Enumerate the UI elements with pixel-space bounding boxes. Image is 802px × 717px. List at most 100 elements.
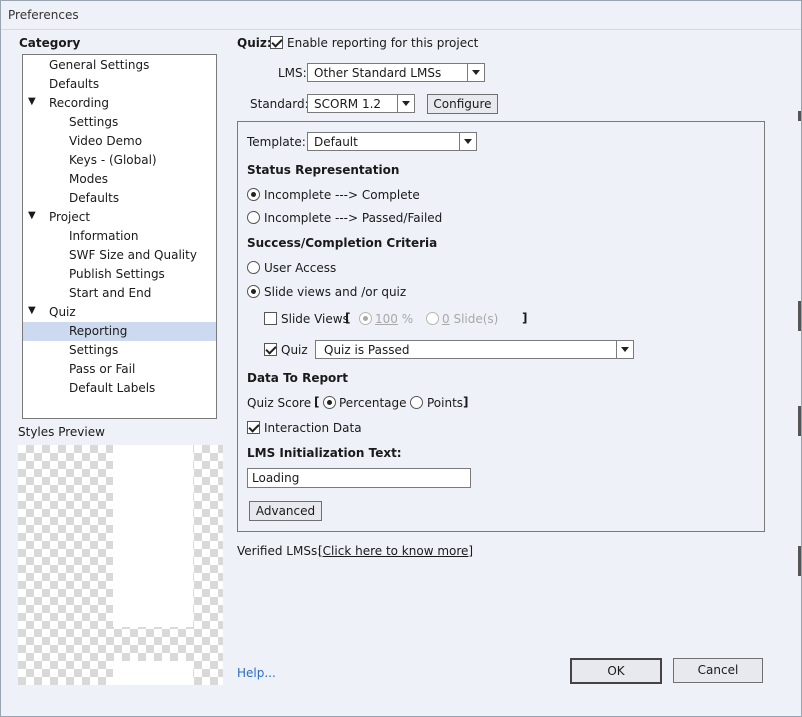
category-item-label: Project (49, 210, 91, 224)
category-item[interactable]: Settings (23, 113, 216, 132)
category-item[interactable]: General Settings (23, 56, 216, 75)
window-title: Preferences (8, 8, 79, 22)
advanced-button[interactable]: Advanced (249, 501, 322, 521)
interaction-data-label: Interaction Data (264, 421, 362, 435)
status-representation-heading: Status Representation (247, 163, 400, 177)
category-item[interactable]: Defaults (23, 75, 216, 94)
category-item[interactable]: ▼ Recording (23, 94, 216, 113)
category-item[interactable]: Video Demo (23, 132, 216, 151)
template-select[interactable]: Default (307, 132, 477, 151)
category-item[interactable]: Information (23, 227, 216, 246)
quiz-criteria-checkbox[interactable] (264, 343, 277, 356)
lms-init-text-value: Loading (252, 471, 300, 485)
score-points-radio[interactable] (410, 396, 423, 409)
slide-views-count-unit: Slide(s) (449, 312, 499, 326)
status-complete-label: Incomplete ---> Complete (264, 188, 420, 202)
slide-views-count-value: 0 (442, 312, 450, 326)
category-item-label: Settings (69, 343, 119, 357)
category-item[interactable]: SWF Size and Quality (23, 246, 216, 265)
category-item[interactable]: Modes (23, 170, 216, 189)
lms-select[interactable]: Other Standard LMSs (307, 63, 485, 82)
enable-reporting-checkbox[interactable] (270, 36, 283, 49)
status-passed-failed-label: Incomplete ---> Passed/Failed (264, 211, 443, 225)
standard-select[interactable]: SCORM 1.2 (307, 94, 415, 113)
category-item[interactable]: Publish Settings (23, 265, 216, 284)
preview-blank-area (113, 661, 193, 685)
lms-init-text-input[interactable]: Loading (247, 468, 471, 488)
standard-label: Standard: (250, 97, 309, 111)
category-item-label: Quiz (49, 305, 76, 319)
help-link[interactable]: Help... (237, 666, 276, 680)
lms-label: LMS: (278, 66, 307, 80)
slide-views-count-radio[interactable] (426, 312, 439, 325)
category-item[interactable]: Reporting (23, 322, 216, 341)
category-item-label: Modes (69, 172, 108, 186)
category-item[interactable]: Start and End (23, 284, 216, 303)
verified-lms-link[interactable]: [Click here to know more] (318, 544, 473, 558)
slide-views-percent-unit: % (397, 312, 414, 326)
category-item-label: Reporting (69, 324, 128, 338)
category-item-label: Default Labels (69, 381, 156, 395)
status-passed-failed-radio[interactable] (247, 211, 260, 224)
chevron-down-icon (616, 341, 633, 358)
template-label: Template: (247, 135, 306, 149)
edge-artifact (798, 111, 801, 121)
cancel-button[interactable]: Cancel (673, 658, 763, 683)
template-select-value: Default (314, 135, 358, 149)
slide-views-bracket-open: [ (345, 311, 351, 325)
quiz-label: Quiz: (237, 36, 272, 50)
chevron-down-icon (397, 95, 414, 112)
category-item[interactable]: ▼ Quiz (23, 303, 216, 322)
interaction-data-checkbox[interactable] (247, 421, 260, 434)
category-tree[interactable]: General Settings Defaults ▼ Recording Settin… (22, 54, 217, 419)
category-item-label: Start and End (69, 286, 152, 300)
expand-triangle-icon[interactable]: ▼ (28, 210, 36, 221)
user-access-radio[interactable] (247, 261, 260, 274)
slide-views-quiz-radio[interactable] (247, 285, 260, 298)
score-percentage-radio[interactable] (323, 396, 336, 409)
category-item-label: Keys - (Global) (69, 153, 157, 167)
chevron-down-icon (459, 133, 476, 150)
quiz-score-bracket-close: ] (463, 395, 469, 409)
category-item[interactable]: Pass or Fail (23, 360, 216, 379)
slide-views-checkbox[interactable] (264, 312, 277, 325)
ok-button[interactable]: OK (570, 658, 662, 684)
category-item-label: Video Demo (69, 134, 143, 148)
category-item-label: Defaults (49, 77, 100, 91)
expand-triangle-icon[interactable]: ▼ (28, 96, 36, 107)
category-item[interactable]: Settings (23, 341, 216, 360)
slide-views-percent-radio[interactable] (359, 312, 372, 325)
category-item[interactable]: Default Labels (23, 379, 216, 398)
category-item-label: SWF Size and Quality (69, 248, 197, 262)
edge-artifact (798, 301, 801, 331)
category-item-label: Pass or Fail (69, 362, 136, 376)
edge-artifact (798, 546, 801, 576)
quiz-criteria-select-value: Quiz is Passed (324, 343, 410, 357)
chevron-down-icon (467, 64, 484, 81)
category-item[interactable]: Keys - (Global) (23, 151, 216, 170)
category-item-label: General Settings (49, 58, 150, 72)
slide-views-label: Slide Views (281, 312, 349, 326)
category-item-label: Recording (49, 96, 110, 110)
quiz-criteria-select[interactable]: Quiz is Passed (315, 340, 634, 359)
slide-views-percent-value: 100 (375, 312, 398, 326)
expand-triangle-icon[interactable]: ▼ (28, 305, 36, 316)
user-access-label: User Access (264, 261, 337, 275)
score-percentage-label: Percentage (339, 396, 407, 410)
enable-reporting-label: Enable reporting for this project (287, 36, 479, 50)
category-item[interactable]: ▼ Project (23, 208, 216, 227)
category-item[interactable]: Defaults (23, 189, 216, 208)
preferences-window: Preferences Category General Settings Def… (0, 0, 802, 717)
status-complete-radio[interactable] (247, 188, 260, 201)
data-to-report-heading: Data To Report (247, 371, 348, 385)
quiz-criteria-label: Quiz (281, 343, 308, 357)
category-item-label: Information (69, 229, 139, 243)
category-item-label: Defaults (69, 191, 120, 205)
slide-views-count-text: 0 Slide(s) (442, 312, 498, 326)
lms-select-value: Other Standard LMSs (314, 66, 442, 80)
edge-artifact (798, 406, 801, 436)
configure-button[interactable]: Configure (427, 94, 498, 114)
category-item-label: Publish Settings (69, 267, 165, 281)
slide-views-percent-text: 100 % (375, 312, 413, 326)
quiz-score-label: Quiz Score (247, 396, 312, 410)
